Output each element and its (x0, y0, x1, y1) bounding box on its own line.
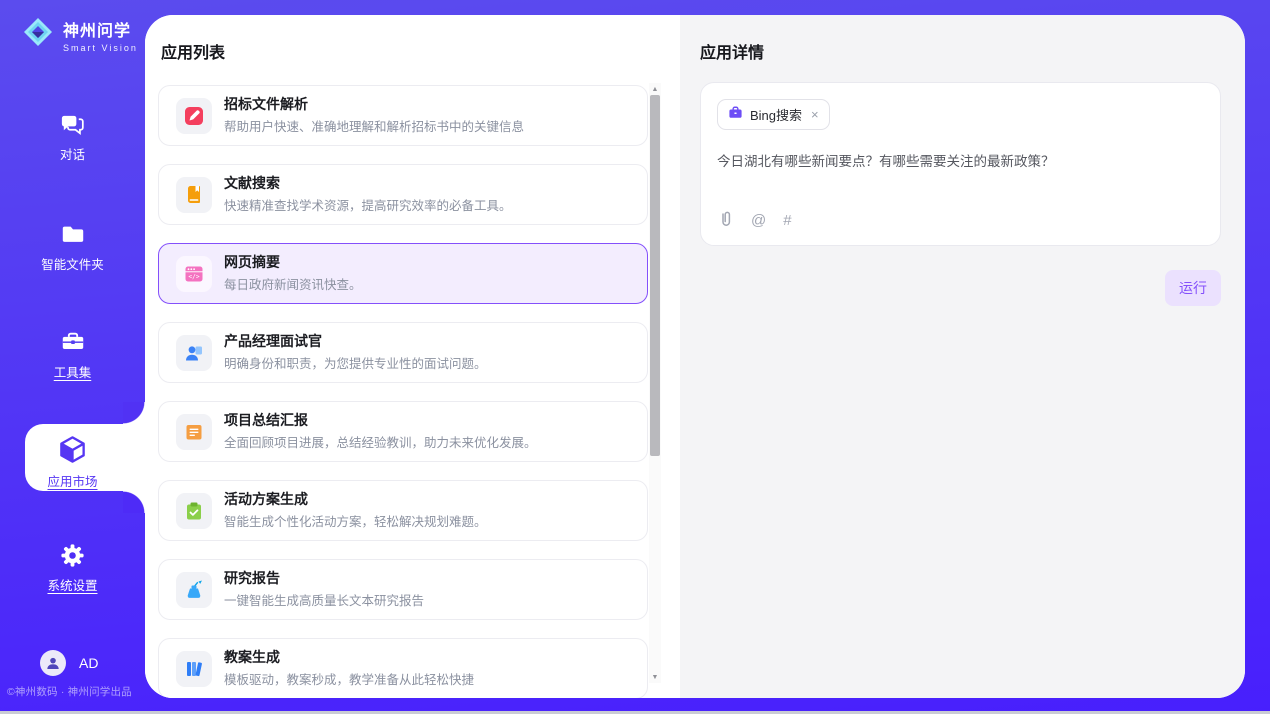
app-card-pm-interviewer[interactable]: 产品经理面试官 明确身份和职责，为您提供专业性的面试问题。 (158, 322, 648, 383)
avatar-person-icon (45, 655, 61, 671)
chip-close-icon[interactable]: × (811, 107, 819, 122)
app-title: 教案生成 (224, 649, 474, 666)
app-card-bid-parsing[interactable]: 招标文件解析 帮助用户快速、准确地理解和解析招标书中的关键信息 (158, 85, 648, 146)
sidebar-item-settings[interactable]: 系统设置 (0, 541, 145, 594)
app-title: 产品经理面试官 (224, 333, 487, 350)
app-card-project-summary[interactable]: 项目总结汇报 全面回顾项目进展，总结经验教训，助力未来优化发展。 (158, 401, 648, 462)
app-detail-title: 应用详情 (700, 39, 1221, 63)
scroll-up-arrow-icon[interactable]: ▲ (649, 83, 661, 95)
sidebar: 神州问学 Smart Vision 对话 智能文件夹 (0, 0, 145, 714)
app-title: 招标文件解析 (224, 96, 524, 113)
app-list-panel: 应用列表 招标文件解析 帮助用户快速、准确地理解和解析招标书中的关键信息 (145, 15, 680, 698)
app-card-activity-plan[interactable]: 活动方案生成 智能生成个性化活动方案，轻松解决规划难题。 (158, 480, 648, 541)
browser-icon: </> (176, 256, 212, 292)
sidebar-item-label: 工具集 (0, 362, 145, 381)
sidebar-item-label: 对话 (0, 144, 145, 163)
note-icon (176, 414, 212, 450)
attachment-toolbar: @ # (718, 209, 792, 232)
app-detail-panel: 应用详情 Bing搜索 × 今日湖北有哪些新闻要点？有哪些需要关注的最新政策？ (680, 15, 1245, 698)
sidebar-item-label: 智能文件夹 (0, 254, 145, 273)
mention-icon[interactable]: @ (751, 212, 766, 229)
books-icon (176, 651, 212, 687)
app-desc: 明确身份和职责，为您提供专业性的面试问题。 (224, 353, 487, 372)
app-title: 网页摘要 (224, 254, 362, 271)
pen-icon (176, 98, 212, 134)
book-icon (176, 177, 212, 213)
chip-label: Bing搜索 (750, 105, 802, 124)
app-title: 项目总结汇报 (224, 412, 537, 429)
app-card-literature-search[interactable]: 文献搜索 快速精准查找学术资源，提高研究效率的必备工具。 (158, 164, 648, 225)
app-desc: 帮助用户快速、准确地理解和解析招标书中的关键信息 (224, 116, 524, 135)
clipboard-icon (176, 493, 212, 529)
bubble-notch-bottom (123, 491, 145, 513)
app-title: 文献搜索 (224, 175, 512, 192)
app-desc: 快速精准查找学术资源，提高研究效率的必备工具。 (224, 195, 512, 214)
prompt-input[interactable]: 今日湖北有哪些新闻要点？有哪些需要关注的最新政策？ (717, 152, 1204, 172)
cube-icon (0, 433, 145, 465)
app-desc: 智能生成个性化活动方案，轻松解决规划难题。 (224, 511, 487, 530)
user-name: AD (79, 655, 98, 671)
logo-title: 神州问学 (63, 17, 138, 41)
tool-chip-bing-search[interactable]: Bing搜索 × (717, 99, 830, 130)
paperclip-icon[interactable] (718, 209, 734, 232)
app-desc: 一键智能生成高质量长文本研究报告 (224, 590, 424, 609)
sidebar-item-app-market[interactable]: 应用市场 (0, 433, 145, 490)
app-card-research-report[interactable]: 研究报告 一键智能生成高质量长文本研究报告 (158, 559, 648, 620)
sidebar-item-label: 系统设置 (0, 575, 145, 594)
scroll-down-arrow-icon[interactable]: ▼ (649, 671, 661, 683)
diamond-logo-icon (20, 14, 56, 55)
interviewer-icon (176, 335, 212, 371)
toolbox-icon (0, 328, 145, 356)
chat-icon (0, 110, 145, 138)
app-list-title: 应用列表 (161, 39, 225, 63)
content-area: 应用列表 招标文件解析 帮助用户快速、准确地理解和解析招标书中的关键信息 (145, 15, 1245, 698)
sidebar-item-label: 应用市场 (0, 471, 145, 490)
avatar (40, 650, 66, 676)
folder-icon (0, 220, 145, 248)
run-button[interactable]: 运行 (1165, 270, 1221, 306)
user-account[interactable]: AD (40, 650, 98, 676)
app-desc: 模板驱动，教案秒成，教学准备从此轻松快捷 (224, 669, 474, 688)
sidebar-item-toolset[interactable]: 工具集 (0, 328, 145, 381)
app-logo: 神州问学 Smart Vision (20, 14, 138, 55)
app-card-webpage-summary[interactable]: </> 网页摘要 每日政府新闻资讯快查。 (158, 243, 648, 304)
topic-icon[interactable]: # (783, 212, 791, 229)
bubble-notch-top (123, 402, 145, 424)
prompt-card[interactable]: Bing搜索 × 今日湖北有哪些新闻要点？有哪些需要关注的最新政策？ @ # (700, 82, 1221, 246)
svg-text:</>: </> (188, 273, 199, 280)
app-desc: 全面回顾项目进展，总结经验教训，助力未来优化发展。 (224, 432, 537, 451)
sidebar-item-smart-folder[interactable]: 智能文件夹 (0, 220, 145, 273)
sidebar-item-chat[interactable]: 对话 (0, 110, 145, 163)
app-desc: 每日政府新闻资讯快查。 (224, 274, 362, 293)
app-list-scrollbar[interactable]: ▲ ▼ (649, 83, 661, 683)
app-list: 招标文件解析 帮助用户快速、准确地理解和解析招标书中的关键信息 文献搜索 快速精… (158, 83, 648, 698)
app-card-lesson-plan[interactable]: 教案生成 模板驱动，教案秒成，教学准备从此轻松快捷 (158, 638, 648, 698)
copyright-footer: ©神州数码 · 神州问学出品 (7, 684, 145, 699)
scrollbar-thumb[interactable] (650, 95, 660, 456)
app-title: 研究报告 (224, 570, 424, 587)
gear-icon (0, 541, 145, 569)
logo-subtitle: Smart Vision (63, 43, 138, 53)
briefcase-icon (728, 105, 743, 125)
app-title: 活动方案生成 (224, 491, 487, 508)
research-icon (176, 572, 212, 608)
